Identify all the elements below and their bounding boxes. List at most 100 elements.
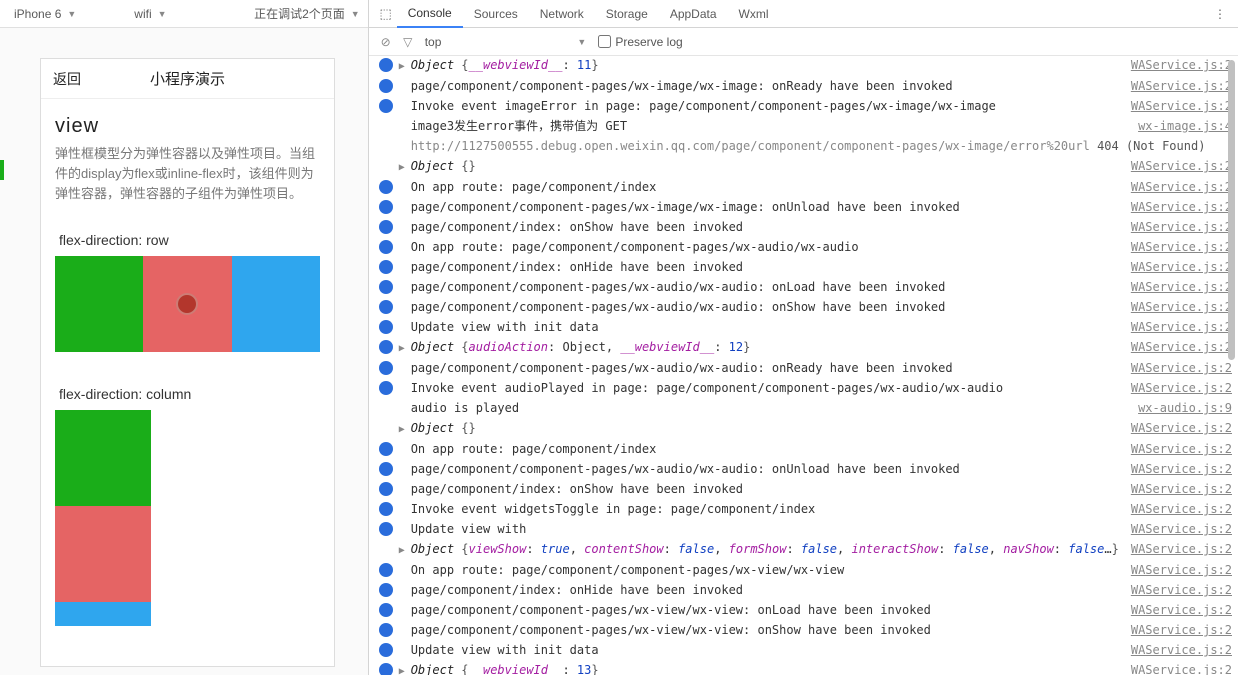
console-row[interactable]: image3发生error事件，携带值为 GETwx-image.js:4 [371,117,1238,137]
disclosure-icon[interactable]: ▶ [399,158,409,177]
console-source-link[interactable]: WAService.js:2 [1131,77,1232,96]
console-source-link[interactable]: WAService.js:2 [1131,56,1232,75]
disclosure-icon[interactable]: ▶ [399,57,409,76]
console-row[interactable]: page/component/component-pages/wx-audio/… [371,359,1238,379]
console-message: page/component/component-pages/wx-audio/… [411,460,1119,479]
console-source-link[interactable]: WAService.js:2 [1131,561,1232,580]
console-row[interactable]: page/component/index: onShow have been i… [371,480,1238,500]
network-label: wifi [134,7,151,21]
console-row[interactable]: page/component/component-pages/wx-image/… [371,198,1238,218]
console-row[interactable]: ▶Object {__webviewId__: 13}WAService.js:… [371,661,1238,675]
console-source-link[interactable]: WAService.js:2 [1131,258,1232,277]
console-row[interactable]: page/component/component-pages/wx-image/… [371,77,1238,97]
console-message: Object {viewShow: true, contentShow: fal… [411,540,1119,559]
console-source-link[interactable]: WAService.js:2 [1131,238,1232,257]
console-source-link[interactable]: wx-image.js:4 [1138,117,1232,136]
console-source-link[interactable]: WAService.js:2 [1131,198,1232,217]
console-source-link[interactable]: WAService.js:2 [1131,581,1232,600]
console-source-link[interactable]: WAService.js:2 [1131,460,1232,479]
info-icon [379,663,393,675]
console-source-link[interactable]: WAService.js:2 [1131,278,1232,297]
debug-status-select[interactable]: 正在调试2个页面 ▼ [240,0,368,27]
context-select[interactable]: top ▼ [425,35,587,49]
console-row[interactable]: page/component/index: onHide have been i… [371,581,1238,601]
console-row[interactable]: page/component/component-pages/wx-view/w… [371,601,1238,621]
back-button[interactable]: 返回 [53,69,81,89]
console-source-link[interactable]: WAService.js:2 [1131,379,1232,398]
console-source-link[interactable]: WAService.js:2 [1131,338,1232,357]
scrollbar-thumb[interactable] [1228,60,1235,360]
console-source-link[interactable]: WAService.js:2 [1131,621,1232,640]
console-row[interactable]: Invoke event audioPlayed in page: page/c… [371,379,1238,399]
console-row[interactable]: On app route: page/component/component-p… [371,238,1238,258]
console-row[interactable]: Update view with init dataWAService.js:2 [371,641,1238,661]
console-source-link[interactable]: WAService.js:2 [1131,419,1232,438]
console-message: page/component/component-pages/wx-view/w… [411,601,1119,620]
console-source-link[interactable]: WAService.js:2 [1131,298,1232,317]
flex-col-demo [55,410,151,626]
device-select[interactable]: iPhone 6 ▼ [0,0,90,27]
console-row[interactable]: Update view with init dataWAService.js:2 [371,318,1238,338]
console-row[interactable]: On app route: page/component/indexWAServ… [371,440,1238,460]
console-source-link[interactable]: WAService.js:2 [1131,641,1232,660]
console-message: Object {audioAction: Object, __webviewId… [411,338,1119,357]
console-message: page/component/component-pages/wx-image/… [411,198,1119,217]
preserve-log-checkbox[interactable] [598,35,611,48]
tab-storage[interactable]: Storage [595,0,659,28]
tab-appdata[interactable]: AppData [659,0,728,28]
disclosure-icon[interactable]: ▶ [399,541,409,560]
info-icon [379,563,393,577]
more-menu-icon[interactable]: ⋮ [1202,7,1238,21]
disclosure-icon[interactable]: ▶ [399,420,409,439]
filter-icon[interactable]: ▽ [397,35,419,49]
console-source-link[interactable]: wx-audio.js:9 [1138,399,1232,418]
preserve-log-toggle[interactable]: Preserve log [598,35,682,49]
console-source-link[interactable]: WAService.js:2 [1131,359,1232,378]
console-row[interactable]: Invoke event widgetsToggle in page: page… [371,500,1238,520]
console-source-link[interactable]: WAService.js:2 [1131,218,1232,237]
console-source-link[interactable]: WAService.js:2 [1131,520,1232,539]
console-row[interactable]: ▶Object {audioAction: Object, __webviewI… [371,338,1238,359]
tab-sources[interactable]: Sources [463,0,529,28]
console-row[interactable]: page/component/component-pages/wx-audio/… [371,298,1238,318]
console-message: On app route: page/component/component-p… [411,561,1119,580]
console-row[interactable]: ▶Object {}WAService.js:2 [371,157,1238,178]
console-row[interactable]: Update view withWAService.js:2 [371,520,1238,540]
console-source-link[interactable]: WAService.js:2 [1131,540,1232,559]
console-row[interactable]: page/component/index: onShow have been i… [371,218,1238,238]
console-row[interactable]: ▶Object {}WAService.js:2 [371,419,1238,440]
console-row[interactable]: page/component/component-pages/wx-view/w… [371,621,1238,641]
console-source-link[interactable]: WAService.js:2 [1131,440,1232,459]
console-row[interactable]: audio is playedwx-audio.js:9 [371,399,1238,419]
inspect-icon[interactable]: ⬚ [375,6,397,22]
console-source-link[interactable]: WAService.js:2 [1131,601,1232,620]
disclosure-icon[interactable]: ▶ [399,339,409,358]
console-row[interactable]: ▶Object {viewShow: true, contentShow: fa… [371,540,1238,561]
console-row[interactable]: Invoke event imageError in page: page/co… [371,97,1238,117]
console-row[interactable]: http://1127500555.debug.open.weixin.qq.c… [371,137,1238,157]
clear-console-icon[interactable]: ⊘ [375,35,397,49]
console-row[interactable]: ▶Object {__webviewId__: 11}WAService.js:… [371,56,1238,77]
console-source-link[interactable]: WAService.js:2 [1131,157,1232,176]
console-message: On app route: page/component/index [411,178,1119,197]
tab-wxml[interactable]: Wxml [728,0,780,28]
console-row[interactable]: page/component/component-pages/wx-audio/… [371,278,1238,298]
blank-icon [379,139,393,153]
info-icon [379,522,393,536]
console-source-link[interactable]: WAService.js:2 [1131,97,1232,116]
console-source-link[interactable]: WAService.js:2 [1131,178,1232,197]
console-source-link[interactable]: WAService.js:2 [1131,480,1232,499]
console-row[interactable]: page/component/index: onHide have been i… [371,258,1238,278]
console-row[interactable]: On app route: page/component/index WAServ… [371,178,1238,198]
console-row[interactable]: page/component/component-pages/wx-audio/… [371,460,1238,480]
demo-box-blue [232,256,320,352]
network-select[interactable]: wifi ▼ [120,0,180,27]
tab-console[interactable]: Console [397,0,463,28]
console-row[interactable]: On app route: page/component/component-p… [371,561,1238,581]
tab-network[interactable]: Network [529,0,595,28]
console-source-link[interactable]: WAService.js:2 [1131,661,1232,675]
console-source-link[interactable]: WAService.js:2 [1131,500,1232,519]
console-source-link[interactable]: WAService.js:2 [1131,318,1232,337]
console-output[interactable]: ▶Object {__webviewId__: 11}WAService.js:… [369,56,1238,675]
disclosure-icon[interactable]: ▶ [399,662,409,675]
